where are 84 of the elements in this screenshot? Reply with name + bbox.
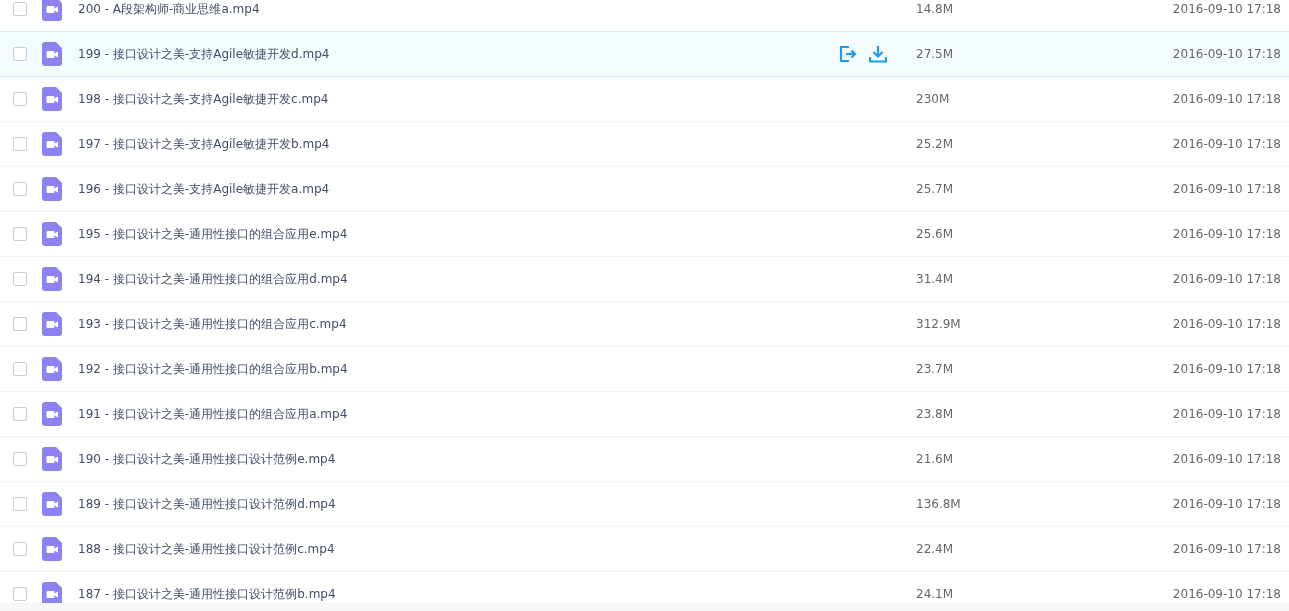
- file-name[interactable]: 197 - 接口设计之美-支持Agile敏捷开发b.mp4: [78, 137, 838, 151]
- modified-date: 2016-09-10 17:18: [1172, 587, 1281, 601]
- file-row[interactable]: 196 - 接口设计之美-支持Agile敏捷开发a.mp4 25.7M 2016-09-10 17:18: [0, 167, 1289, 212]
- file-size: 31.4M: [916, 272, 955, 286]
- modified-date: 2016-09-10 17:18: [1172, 92, 1281, 106]
- file-name[interactable]: 195 - 接口设计之美-通用性接口的组合应用e.mp4: [78, 227, 838, 241]
- file-size: 27.5M: [916, 47, 955, 61]
- checkbox[interactable]: [13, 2, 27, 16]
- file-row[interactable]: 192 - 接口设计之美-通用性接口的组合应用b.mp4 23.7M 2016-09-10 17:18: [0, 347, 1289, 392]
- checkbox[interactable]: [13, 497, 27, 511]
- file-row[interactable]: 195 - 接口设计之美-通用性接口的组合应用e.mp4 25.6M 2016-09-10 17:18: [0, 212, 1289, 257]
- modified-date: 2016-09-10 17:18: [1172, 317, 1281, 331]
- video-file-icon: [42, 87, 62, 111]
- file-size: 312.9M: [916, 317, 962, 331]
- file-size: 23.8M: [916, 407, 955, 421]
- video-file-icon: [42, 357, 62, 381]
- checkbox[interactable]: [13, 317, 27, 331]
- video-file-icon: [42, 492, 62, 516]
- file-size: 24.1M: [916, 587, 955, 601]
- file-size: 136.8M: [916, 497, 962, 511]
- file-name[interactable]: 196 - 接口设计之美-支持Agile敏捷开发a.mp4: [78, 182, 838, 196]
- checkbox[interactable]: [13, 182, 27, 196]
- file-size: 25.2M: [916, 137, 955, 151]
- file-row[interactable]: 191 - 接口设计之美-通用性接口的组合应用a.mp4 23.8M 2016-09-10 17:18: [0, 392, 1289, 437]
- modified-date: 2016-09-10 17:18: [1172, 542, 1281, 556]
- checkbox[interactable]: [13, 92, 27, 106]
- checkbox[interactable]: [13, 272, 27, 286]
- modified-date: 2016-09-10 17:18: [1172, 497, 1281, 511]
- checkbox[interactable]: [13, 47, 27, 61]
- video-file-icon: [42, 132, 62, 156]
- checkbox[interactable]: [13, 227, 27, 241]
- modified-date: 2016-09-10 17:18: [1172, 227, 1281, 241]
- file-row[interactable]: 198 - 接口设计之美-支持Agile敏捷开发c.mp4 230M 2016-09-10 17:18: [0, 77, 1289, 122]
- file-row[interactable]: 190 - 接口设计之美-通用性接口设计范例e.mp4 21.6M 2016-09-10 17:18: [0, 437, 1289, 482]
- file-row[interactable]: 199 - 接口设计之美-支持Agile敏捷开发d.mp4 27.5M 2016-09-10 17:18: [0, 31, 1289, 77]
- checkbox[interactable]: [13, 587, 27, 601]
- share-icon[interactable]: [838, 45, 857, 63]
- file-name[interactable]: 194 - 接口设计之美-通用性接口的组合应用d.mp4: [78, 272, 838, 286]
- video-file-icon: [42, 267, 62, 291]
- video-file-icon: [42, 537, 62, 561]
- file-row[interactable]: 188 - 接口设计之美-通用性接口设计范例c.mp4 22.4M 2016-09-10 17:18: [0, 527, 1289, 572]
- file-name[interactable]: 198 - 接口设计之美-支持Agile敏捷开发c.mp4: [78, 92, 838, 106]
- file-name[interactable]: 200 - A段架构师-商业思维a.mp4: [78, 2, 838, 16]
- modified-date: 2016-09-10 17:18: [1172, 407, 1281, 421]
- checkbox[interactable]: [13, 407, 27, 421]
- file-row[interactable]: 197 - 接口设计之美-支持Agile敏捷开发b.mp4 25.2M 2016-09-10 17:18: [0, 122, 1289, 167]
- checkbox[interactable]: [13, 362, 27, 376]
- file-name[interactable]: 192 - 接口设计之美-通用性接口的组合应用b.mp4: [78, 362, 838, 376]
- video-file-icon: [42, 177, 62, 201]
- video-file-icon: [42, 0, 62, 21]
- modified-date: 2016-09-10 17:18: [1172, 452, 1281, 466]
- download-icon[interactable]: [869, 45, 887, 63]
- video-file-icon: [42, 42, 62, 66]
- modified-date: 2016-09-10 17:18: [1172, 182, 1281, 196]
- modified-date: 2016-09-10 17:18: [1172, 272, 1281, 286]
- checkbox[interactable]: [13, 137, 27, 151]
- modified-date: 2016-09-10 17:18: [1172, 362, 1281, 376]
- modified-date: 2016-09-10 17:18: [1172, 47, 1281, 61]
- video-file-icon: [42, 312, 62, 336]
- file-size: 23.7M: [916, 362, 955, 376]
- video-file-icon: [42, 222, 62, 246]
- file-size: 21.6M: [916, 452, 955, 466]
- file-size: 25.6M: [916, 227, 955, 241]
- file-name[interactable]: 190 - 接口设计之美-通用性接口设计范例e.mp4: [78, 452, 838, 466]
- video-file-icon: [42, 582, 62, 606]
- video-file-icon: [42, 402, 62, 426]
- file-size: 22.4M: [916, 542, 955, 556]
- file-name[interactable]: 188 - 接口设计之美-通用性接口设计范例c.mp4: [78, 542, 838, 556]
- file-name[interactable]: 189 - 接口设计之美-通用性接口设计范例d.mp4: [78, 497, 838, 511]
- file-name[interactable]: 191 - 接口设计之美-通用性接口的组合应用a.mp4: [78, 407, 838, 421]
- file-row[interactable]: 189 - 接口设计之美-通用性接口设计范例d.mp4 136.8M 2016-09-10 17:18: [0, 482, 1289, 527]
- file-name[interactable]: 199 - 接口设计之美-支持Agile敏捷开发d.mp4: [78, 47, 838, 61]
- file-size: 14.8M: [916, 2, 955, 16]
- file-row[interactable]: 193 - 接口设计之美-通用性接口的组合应用c.mp4 312.9M 2016-09-10 17:18: [0, 302, 1289, 347]
- file-size: 230M: [916, 92, 951, 106]
- file-name[interactable]: 187 - 接口设计之美-通用性接口设计范例b.mp4: [78, 587, 838, 601]
- modified-date: 2016-09-10 17:18: [1172, 137, 1281, 151]
- file-row[interactable]: 194 - 接口设计之美-通用性接口的组合应用d.mp4 31.4M 2016-09-10 17:18: [0, 257, 1289, 302]
- video-file-icon: [42, 447, 62, 471]
- file-name[interactable]: 193 - 接口设计之美-通用性接口的组合应用c.mp4: [78, 317, 838, 331]
- modified-date: 2016-09-10 17:18: [1172, 2, 1281, 16]
- file-size: 25.7M: [916, 182, 955, 196]
- checkbox[interactable]: [13, 542, 27, 556]
- checkbox[interactable]: [13, 452, 27, 466]
